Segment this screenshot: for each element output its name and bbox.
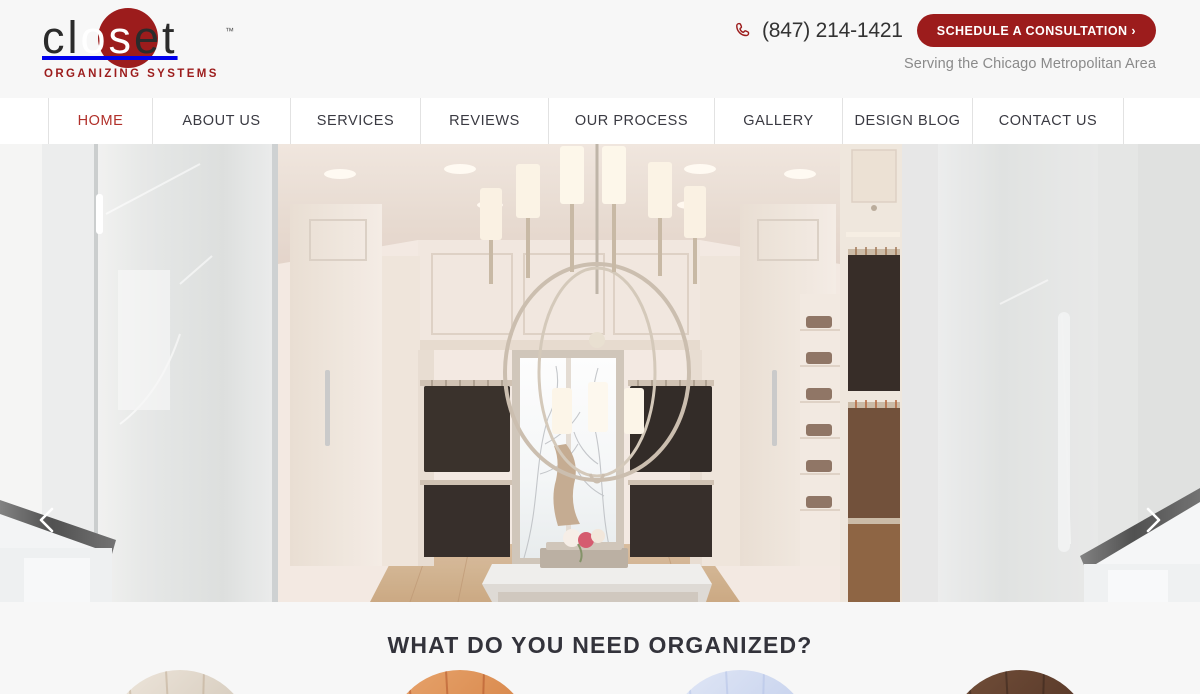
phone-handset-icon [734,21,753,40]
category-circle-3[interactable] [668,670,812,694]
logo-text-part2: os [80,12,135,63]
category-circle-3-image [668,670,812,694]
nav-item-about-us[interactable]: ABOUT US [152,98,290,144]
organized-heading: WHAT DO YOU NEED ORGANIZED? [387,632,813,658]
phone-number-link[interactable]: (847) 214-1421 [734,19,903,43]
category-circle-2-image [388,670,532,694]
logo-trademark: ™ [225,26,234,36]
schedule-consultation-button[interactable]: SCHEDULE A CONSULTATION › [916,14,1156,47]
site-logo[interactable]: closet ™ ORGANIZING SYSTEMS [42,8,262,84]
carousel-prev-button[interactable] [30,502,66,538]
carousel-next-button[interactable] [1134,502,1170,538]
nav-item-design-blog[interactable]: DESIGN BLOG [842,98,972,144]
hero-carousel: CLOSETS PERSONALIZED STORAGE SOLUTIONS [0,144,1200,602]
page-root: closet ™ ORGANIZING SYSTEMS (847) 214-14… [0,0,1200,694]
category-circle-4-image [948,670,1092,694]
nav-item-reviews[interactable]: REVIEWS [420,98,548,144]
header-contact-area: (847) 214-1421 SCHEDULE A CONSULTATION ›… [734,14,1156,72]
nav-item-our-process[interactable]: OUR PROCESS [548,98,714,144]
nav-item-home[interactable]: HOME [48,98,152,144]
category-circle-4[interactable] [948,670,1092,694]
main-navigation: HOME ABOUT US SERVICES REVIEWS OUR PROCESS GA… [0,98,1200,144]
logo-text-part1: cl [42,12,81,63]
site-header: closet ™ ORGANIZING SYSTEMS (847) 214-14… [0,0,1200,98]
nav-item-services[interactable]: SERVICES [290,98,420,144]
logo-text-part3: et [134,12,178,63]
category-circle-2[interactable] [388,670,532,694]
phone-number-text: (847) 214-1421 [761,18,903,42]
nav-item-gallery[interactable]: GALLERY [714,98,842,144]
category-circle-1[interactable] [108,670,252,694]
service-area-tagline: Serving the Chicago Metropolitan Area [904,56,1156,72]
header-contact-row: (847) 214-1421 SCHEDULE A CONSULTATION › [734,14,1156,47]
hero-slide-image [0,144,1200,602]
logo-subtitle: ORGANIZING SYSTEMS [44,68,219,80]
nav-items-container: HOME ABOUT US SERVICES REVIEWS OUR PROCESS GA… [48,98,1124,144]
nav-item-contact-us[interactable]: CONTACT US [972,98,1124,144]
category-circles-row [0,670,1200,694]
category-circle-1-image [108,670,252,694]
logo-wordmark: closet [42,8,262,68]
